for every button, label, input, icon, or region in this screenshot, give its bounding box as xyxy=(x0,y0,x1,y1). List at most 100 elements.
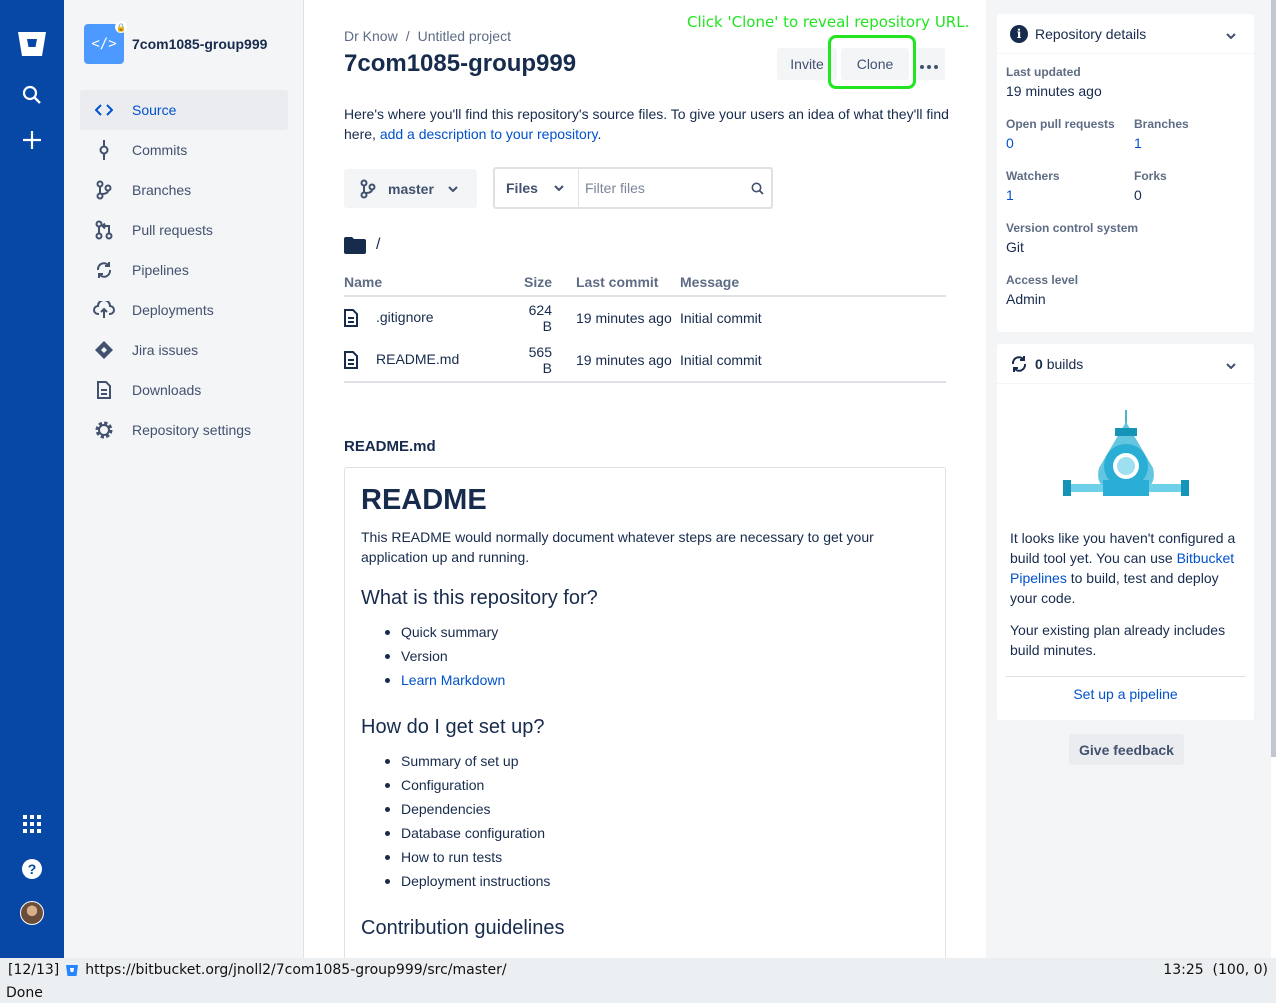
repository-details-card: i Repository details Last updated 19 min… xyxy=(997,14,1254,332)
search-icon xyxy=(751,182,764,195)
watchers-label: Watchers xyxy=(1006,169,1060,183)
bitbucket-logo-icon[interactable] xyxy=(16,28,48,60)
readme-heading: README xyxy=(361,484,487,516)
sidebar-item-label: Pull requests xyxy=(132,222,213,238)
repo-header[interactable]: </> 🔒 7com1085-group999 xyxy=(84,21,267,64)
status-url: https://bitbucket.org/jnoll2/7com1085-gr… xyxy=(85,962,507,978)
deployments-icon xyxy=(92,298,116,322)
pipeline-illustration xyxy=(1063,408,1189,511)
column-header-last-commit[interactable]: Last commit xyxy=(552,268,680,297)
create-icon[interactable] xyxy=(16,124,48,156)
branches-link[interactable]: 1 xyxy=(1134,135,1142,151)
sidebar-item-commits[interactable]: Commits xyxy=(80,130,288,170)
tab-index: [12/13] xyxy=(8,962,60,978)
watchers-link[interactable]: 1 xyxy=(1006,187,1014,203)
sidebar-item-repository-settings[interactable]: Repository settings xyxy=(80,410,288,450)
branch-selector[interactable]: master xyxy=(344,169,477,208)
file-filter: Files xyxy=(493,167,773,209)
add-description-link[interactable]: add a description to your repository xyxy=(380,126,598,142)
breadcrumb: Dr Know / Untitled project xyxy=(344,28,511,44)
list-item: Quick summary xyxy=(385,620,929,644)
learn-markdown-link[interactable]: Learn Markdown xyxy=(401,672,505,688)
breadcrumb-separator: / xyxy=(405,28,410,44)
builds-label: builds xyxy=(1046,355,1084,372)
column-header-size[interactable]: Size xyxy=(516,268,552,297)
global-nav: ? xyxy=(0,0,64,958)
status-url-line: [12/13] https://bitbucket.org/jnoll2/7co… xyxy=(8,962,507,978)
builds-message: It looks like you haven't configured a b… xyxy=(1010,528,1242,660)
sidebar-item-label: Source xyxy=(132,102,177,118)
help-icon[interactable]: ? xyxy=(16,853,48,885)
sidebar-item-downloads[interactable]: Downloads xyxy=(80,370,288,410)
repo-avatar: </> 🔒 xyxy=(84,21,127,64)
sidebar-item-jira-issues[interactable]: Jira issues xyxy=(80,330,288,370)
sidebar-item-pull-requests[interactable]: Pull requests xyxy=(80,210,288,250)
files-table: Name Size Last commit Message .gitignore… xyxy=(344,268,946,383)
folder-icon xyxy=(344,236,366,254)
readme-section-heading: Contribution guidelines xyxy=(361,917,565,939)
filter-files-input[interactable] xyxy=(585,180,745,196)
access-value: Admin xyxy=(1006,291,1046,307)
file-name-cell: .gitignore xyxy=(344,296,516,339)
user-avatar[interactable] xyxy=(20,901,44,925)
list-item: Dependencies xyxy=(385,797,929,821)
file-name-cell: README.md xyxy=(344,339,516,383)
list-item: Learn Markdown xyxy=(385,668,929,692)
column-header-message[interactable]: Message xyxy=(680,268,946,297)
forks-count: Forks 0 xyxy=(1134,169,1167,203)
readme-label: README.md xyxy=(344,438,436,455)
current-path: / xyxy=(344,236,380,254)
builds-card: 0 builds It looks like you haven't confi… xyxy=(997,344,1254,720)
page-title: 7com1085-group999 xyxy=(344,50,577,77)
table-row[interactable]: .gitignore 624 B 19 minutes ago Initial … xyxy=(344,296,946,339)
status-time: 13:25 xyxy=(1163,962,1204,978)
sidebar-item-branches[interactable]: Branches xyxy=(80,170,288,210)
files-dropdown[interactable]: Files xyxy=(495,169,579,207)
set-up-pipeline-link[interactable]: Set up a pipeline xyxy=(997,686,1254,702)
readme-list: Quick summary Version Learn Markdown xyxy=(361,620,929,692)
search-icon[interactable] xyxy=(16,79,48,111)
status-text: Done xyxy=(6,985,43,1001)
watchers-count: Watchers 1 xyxy=(1006,169,1060,203)
give-feedback-button[interactable]: Give feedback xyxy=(1069,734,1184,765)
readme-panel: README This README would normally docume… xyxy=(344,467,946,958)
builds-header[interactable]: 0 builds xyxy=(997,344,1254,384)
repository-details-title: Repository details xyxy=(1035,25,1147,42)
list-item: Configuration xyxy=(385,773,929,797)
builds-count: 0 xyxy=(1035,355,1043,372)
page-scrollbar[interactable] xyxy=(1271,0,1276,958)
more-actions-button[interactable] xyxy=(913,48,945,80)
sidebar-item-label: Pipelines xyxy=(132,262,189,278)
access-label: Access level xyxy=(1006,273,1079,287)
vcs-label: Version control system xyxy=(1006,221,1139,235)
sidebar-item-pipelines[interactable]: Pipelines xyxy=(80,250,288,290)
sidebar-item-label: Jira issues xyxy=(132,342,199,358)
chevron-down-icon xyxy=(448,185,458,192)
readme-section-heading: What is this repository for? xyxy=(361,587,598,609)
sidebar-item-source[interactable]: Source xyxy=(80,90,288,130)
source-icon xyxy=(92,98,116,122)
commit-icon xyxy=(92,138,116,162)
file-name[interactable]: README.md xyxy=(376,351,459,367)
breadcrumb-owner[interactable]: Dr Know xyxy=(344,28,398,44)
description-end: . xyxy=(597,126,602,142)
last-updated-value: 19 minutes ago xyxy=(1006,83,1102,99)
column-header-name[interactable]: Name xyxy=(344,268,516,297)
sidebar-item-label: Commits xyxy=(132,142,188,158)
version-control-system: Version control system Git xyxy=(1006,221,1138,255)
settings-icon xyxy=(92,418,116,442)
open-pull-requests: Open pull requests 0 xyxy=(1006,117,1115,151)
list-item: Summary of set up xyxy=(385,749,929,773)
scrollbar-thumb[interactable] xyxy=(1271,0,1276,757)
branch-icon xyxy=(92,178,116,202)
open-prs-link[interactable]: 0 xyxy=(1006,135,1014,151)
main-content: Dr Know / Untitled project 7com1085-group9… xyxy=(304,0,986,958)
sidebar-item-deployments[interactable]: Deployments xyxy=(80,290,288,330)
table-row[interactable]: README.md 565 B 19 minutes ago Initial c… xyxy=(344,339,946,383)
breadcrumb-project[interactable]: Untitled project xyxy=(418,28,511,44)
sidebar-item-label: Repository settings xyxy=(132,422,252,438)
app-switcher-icon[interactable] xyxy=(16,808,48,840)
repository-details-header[interactable]: i Repository details xyxy=(997,14,1254,54)
file-name[interactable]: .gitignore xyxy=(376,309,434,325)
forks-label: Forks xyxy=(1134,169,1167,183)
